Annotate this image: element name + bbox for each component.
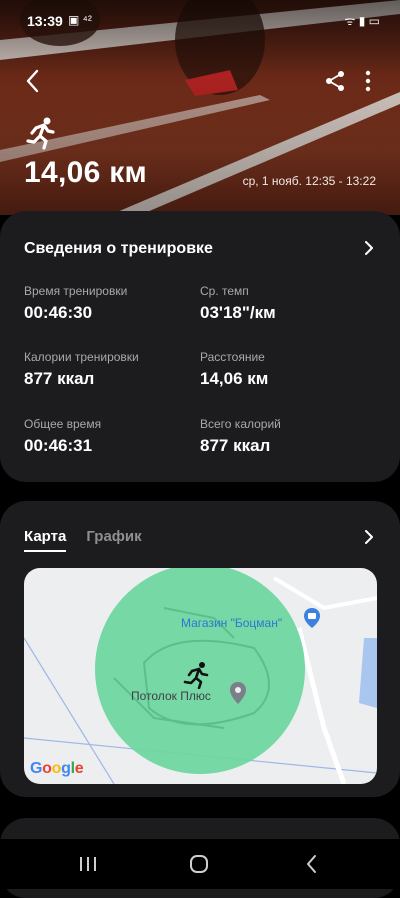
stat-distance: Расстояние 14,06 км <box>200 350 268 389</box>
workout-details-card[interactable]: Сведения о тренировке Время тренировки 0… <box>0 211 400 482</box>
stat-total-calories: Всего калорий 877 ккал <box>200 417 281 456</box>
stat-workout-calories: Калории тренировки 877 ккал <box>24 350 139 389</box>
recent-apps-icon[interactable] <box>68 849 108 879</box>
stat-label: Общее время <box>24 417 102 431</box>
status-bar: 13:39 ▣ ⁴² ᯤ ▮ ▭ <box>0 0 400 40</box>
stat-value: 877 ккал <box>24 369 95 388</box>
stat-avg-pace: Ср. темп 03'18"/км <box>200 284 276 323</box>
tab-graph[interactable]: График <box>86 528 141 552</box>
system-navigation-bar <box>0 839 400 889</box>
workout-date-range: ср, 1 нояб. 12:35 - 13:22 <box>242 174 376 188</box>
shop-pin-icon[interactable] <box>303 607 321 629</box>
stat-workout-time: Время тренировки 00:46:30 <box>24 284 127 323</box>
stat-label: Всего калорий <box>200 417 281 431</box>
stat-label: Ср. темп <box>200 284 249 298</box>
workout-details-title: Сведения о тренировке <box>24 240 213 257</box>
system-icons: ᯤ ▮ ▭ <box>344 14 380 28</box>
map-card: Карта График Магазин "Боцман" Потолок Пл… <box>0 501 400 797</box>
stat-label: Калории тренировки <box>24 350 139 364</box>
stat-label: Время тренировки <box>24 284 128 298</box>
poi-shop-label: Магазин "Боцман" <box>181 616 283 630</box>
chevron-right-icon[interactable] <box>362 241 376 255</box>
chevron-left-icon[interactable] <box>18 65 50 97</box>
notification-icons: ▣ ⁴² <box>68 13 92 27</box>
back-nav-icon[interactable] <box>292 849 332 879</box>
tab-map[interactable]: Карта <box>24 528 67 552</box>
stat-value: 14,06 км <box>200 369 269 388</box>
stat-label: Расстояние <box>200 350 265 364</box>
stat-value: 03'18"/км <box>200 303 276 322</box>
google-logo: Google <box>30 760 84 777</box>
map-tabs: Карта График <box>24 528 142 552</box>
stat-value: 877 ккал <box>200 436 271 455</box>
stat-total-time: Общее время 00:46:31 <box>24 417 101 456</box>
home-icon[interactable] <box>179 849 219 879</box>
running-icon <box>26 117 55 150</box>
place-pin-icon[interactable] <box>229 681 247 705</box>
workout-distance: 14,06 км <box>24 156 148 189</box>
status-time: 13:39 <box>27 13 63 29</box>
stat-value: 00:46:31 <box>24 436 93 455</box>
running-icon <box>183 662 209 689</box>
route-map[interactable]: Магазин "Боцман" Потолок Плюс Google <box>24 568 377 784</box>
stat-value: 00:46:30 <box>24 303 93 322</box>
poi-place-label: Потолок Плюс <box>131 689 211 703</box>
more-vertical-icon[interactable] <box>358 68 378 94</box>
share-icon[interactable] <box>322 68 348 94</box>
chevron-right-icon[interactable] <box>362 530 376 544</box>
